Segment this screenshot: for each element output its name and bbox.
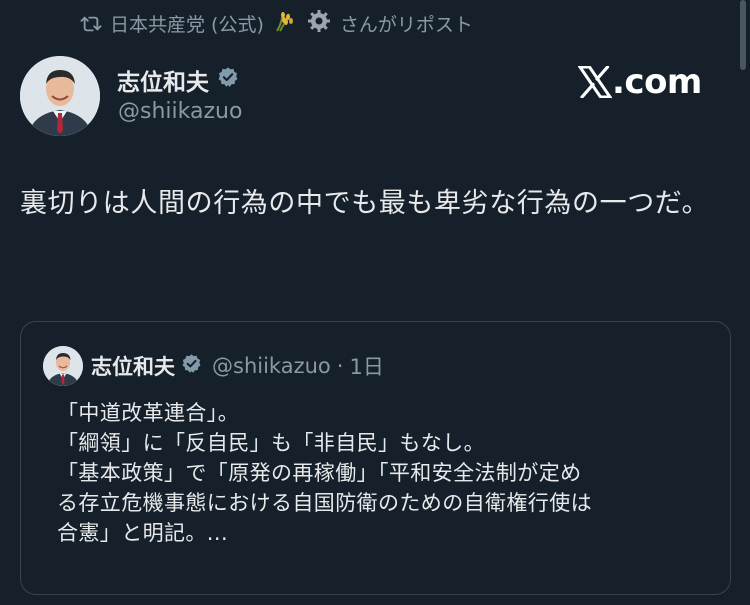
- author-handle[interactable]: @shiikazuo: [118, 99, 242, 124]
- repost-context[interactable]: 日本共産党 (公式) さんがリポスト: [80, 9, 473, 38]
- quote-tweet-card[interactable]: 志位和夫 @shiikazuo · 1日 「中道改革連合」。 「綱領」に「反自民…: [20, 321, 731, 595]
- repost-suffix: さんがリポスト: [339, 14, 473, 36]
- post-screenshot: 日本共産党 (公式) さんがリポスト 志位和夫 @shiikazuo .com …: [0, 0, 750, 605]
- quote-text-line: 合憲」と明記。...: [57, 521, 229, 545]
- rice-ear-emoji: [273, 9, 297, 38]
- quote-text-line: 「綱領」に「反自民」も「非自民」もなし。: [57, 431, 485, 455]
- x-logo-icon: [578, 66, 612, 98]
- quote-text-line: る存立危機事態における自国防衛のための自衛権行使は: [57, 491, 592, 515]
- gear-emoji: [307, 9, 331, 38]
- quote-separator: ·: [336, 354, 344, 378]
- repost-icon: [80, 14, 102, 34]
- quote-author-name[interactable]: 志位和夫: [91, 351, 175, 381]
- verified-badge-icon: [181, 353, 202, 379]
- brand-label: .com: [612, 62, 702, 102]
- quote-author-avatar[interactable]: [43, 346, 83, 386]
- quote-text-line: 「中道改革連合」。: [57, 401, 240, 425]
- author-name[interactable]: 志位和夫: [117, 63, 209, 97]
- author-avatar[interactable]: [20, 56, 100, 136]
- scrollbar[interactable]: [740, 0, 746, 70]
- quote-text-line: 「基本政策」で「原発の再稼働」「平和安全法制が定め: [57, 461, 582, 485]
- repost-account-name[interactable]: 日本共産党 (公式): [110, 10, 264, 37]
- quote-text: 「中道改革連合」。 「綱領」に「反自民」も「非自民」もなし。 「基本政策」で「原…: [57, 398, 722, 548]
- quote-timestamp[interactable]: 1日: [349, 351, 383, 381]
- quote-header: 志位和夫 @shiikazuo · 1日: [91, 351, 384, 381]
- verified-badge-icon: [217, 66, 239, 94]
- x-brand-watermark: .com: [578, 62, 702, 102]
- tweet-text: 裏切りは人間の行為の中でも最も卑劣な行為の一つだ。: [20, 188, 710, 219]
- author-name-row[interactable]: 志位和夫: [117, 63, 239, 97]
- quote-author-handle[interactable]: @shiikazuo: [212, 354, 331, 378]
